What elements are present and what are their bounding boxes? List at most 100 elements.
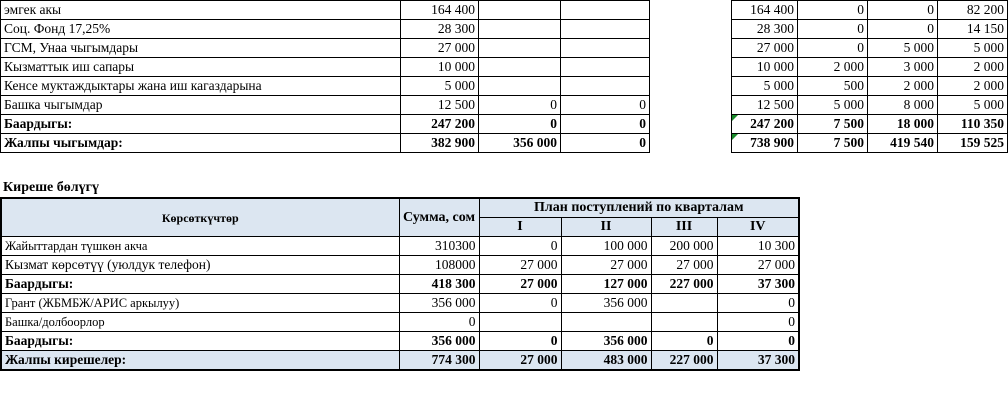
income-row: Баардыгы: 356 000 0 356 000 0 0	[0, 331, 800, 351]
income-row-label: Баардыгы:	[0, 331, 400, 351]
expense-cell: 0	[478, 114, 561, 134]
expense-cell: 10 000	[400, 57, 479, 77]
expense-cell: 10 000	[731, 57, 798, 77]
income-row-label: Кызмат көрсөтүү (уюлдук телефон)	[0, 255, 400, 275]
expense-row: Жалпы чыгымдар: 382 900 356 000 0 738 900 7 5…	[0, 133, 1008, 153]
expense-row: Кызматтык иш сапары 10 000 10 000 2 000 3 00…	[0, 57, 1008, 77]
income-header-row: Көрсөткүчтөр Сумма, сом План поступлений…	[0, 197, 800, 237]
income-quarter-cell: 27 000	[478, 255, 562, 275]
expense-row-label: Баардыгы:	[0, 114, 401, 134]
income-quarter-cell: 0	[478, 236, 562, 256]
income-quarter-cell: 200 000	[650, 236, 718, 256]
expense-cell: 164 400	[400, 0, 479, 20]
expense-cell	[560, 0, 650, 20]
income-quarter-cell: 100 000	[560, 236, 652, 256]
income-sum-cell: 356 000	[398, 331, 480, 351]
expense-cell: 0	[560, 95, 650, 115]
income-quarter-cell: 483 000	[560, 350, 652, 371]
spacer-cell	[649, 38, 732, 58]
expense-cell: 2 000	[867, 76, 938, 96]
expense-cell: 0	[867, 0, 938, 20]
income-sum-cell: 0	[398, 312, 480, 332]
expense-cell: 8 000	[867, 95, 938, 115]
income-section-title: Киреше бөлүгү	[3, 180, 99, 195]
expense-cell: 14 150	[937, 19, 1008, 39]
expense-cell	[478, 76, 561, 96]
expense-cell: 82 200	[937, 0, 1008, 20]
expense-row: Башка чыгымдар 12 500 0 0 12 500 5 000 8 000 5 …	[0, 95, 1008, 115]
expense-cell: 28 300	[400, 19, 479, 39]
spacer-cell	[649, 114, 732, 134]
expense-cell: 0	[797, 19, 868, 39]
income-row: Башка/долбоорлор 0 0	[0, 312, 800, 332]
expense-cell: 5 000	[797, 95, 868, 115]
expense-cell	[478, 38, 561, 58]
expense-cell: 738 900	[731, 133, 798, 153]
expense-row: ГСМ, Унаа чыгымдары 27 000 27 000 0 5 000 5 0…	[0, 38, 1008, 58]
expense-cell	[478, 0, 561, 20]
income-quarter-cell: 27 000	[478, 274, 562, 294]
income-quarter-cell: 0	[716, 293, 800, 313]
expense-cell: 7 500	[797, 114, 868, 134]
expense-cell: 0	[867, 19, 938, 39]
income-quarter-cell: 27 000	[478, 350, 562, 371]
expense-cell: 382 900	[400, 133, 479, 153]
plan-header: План поступлений по кварталам	[478, 197, 800, 218]
spacer-cell	[649, 57, 732, 77]
expense-cell: 0	[560, 133, 650, 153]
income-quarter-cell: 27 000	[716, 255, 800, 275]
income-row-label: Грант (ЖБМБЖ/АРИС аркылуу)	[0, 293, 400, 313]
expense-cell: 2 000	[937, 76, 1008, 96]
expense-cell: 12 500	[400, 95, 479, 115]
expense-cell: 164 400	[731, 0, 798, 20]
expense-row-label: Кенсе муктаждыктары жана иш кагаздарына	[0, 76, 401, 96]
income-row-label: Жалпы кирешелер:	[0, 350, 400, 371]
income-row: Жайыттардан түшкөн акча 310300 0 100 000 200…	[0, 236, 800, 256]
income-row: Грант (ЖБМБЖ/АРИС аркылуу) 356 000 0 356 00…	[0, 293, 800, 313]
expense-cell: 18 000	[867, 114, 938, 134]
expense-cell: 5 000	[731, 76, 798, 96]
expense-cell: 0	[797, 38, 868, 58]
expense-cell: 159 525	[937, 133, 1008, 153]
expense-cell: 5 000	[937, 38, 1008, 58]
income-quarter-cell: 227 000	[650, 274, 718, 294]
expense-cell: 2 000	[797, 57, 868, 77]
expense-cell: 500	[797, 76, 868, 96]
income-quarter-cell: 356 000	[560, 331, 652, 351]
income-sum-cell: 418 300	[398, 274, 480, 294]
expense-row: эмгек акы164 400164 4000082 20082 200	[0, 0, 1008, 20]
quarter-header-2: II	[560, 217, 652, 237]
income-quarter-cell: 37 300	[716, 350, 800, 371]
spacer-cell	[649, 76, 732, 96]
income-row: Кызмат көрсөтүү (уюлдук телефон) 108000 27…	[0, 255, 800, 275]
income-sum-cell: 108000	[398, 255, 480, 275]
expense-cell: 27 000	[731, 38, 798, 58]
expense-cell: 5 000	[937, 95, 1008, 115]
indicators-header: Көрсөткүчтөр	[0, 197, 400, 237]
quarter-header-4: IV	[716, 217, 800, 237]
quarter-header-1: I	[478, 217, 562, 237]
expense-cell	[478, 57, 561, 77]
expense-cell: 247 200	[731, 114, 798, 134]
income-quarter-cell: 0	[478, 331, 562, 351]
expense-row-label: эмгек акы	[0, 0, 401, 20]
expense-row: Соц. Фонд 17,25%28 30028 3000014 15014 1…	[0, 19, 1008, 39]
spacer-cell	[649, 133, 732, 153]
income-quarter-cell	[650, 293, 718, 313]
expense-cell: 5 000	[867, 38, 938, 58]
expense-cell	[560, 57, 650, 77]
expense-cell	[560, 76, 650, 96]
expense-cell: 110 350	[937, 114, 1008, 134]
income-sum-cell: 774 300	[398, 350, 480, 371]
income-quarter-cell: 27 000	[650, 255, 718, 275]
income-sum-cell: 310300	[398, 236, 480, 256]
expense-cell	[478, 19, 561, 39]
income-quarter-cell: 0	[478, 293, 562, 313]
spacer-cell	[649, 19, 732, 39]
income-quarter-cell: 37 300	[716, 274, 800, 294]
expense-cell: 7 500	[797, 133, 868, 153]
income-quarter-cell: 356 000	[560, 293, 652, 313]
income-row: Баардыгы: 418 300 27 000 127 000 227 000 37 3…	[0, 274, 800, 294]
expense-cell: 28 300	[731, 19, 798, 39]
expense-row-label: Башка чыгымдар	[0, 95, 401, 115]
